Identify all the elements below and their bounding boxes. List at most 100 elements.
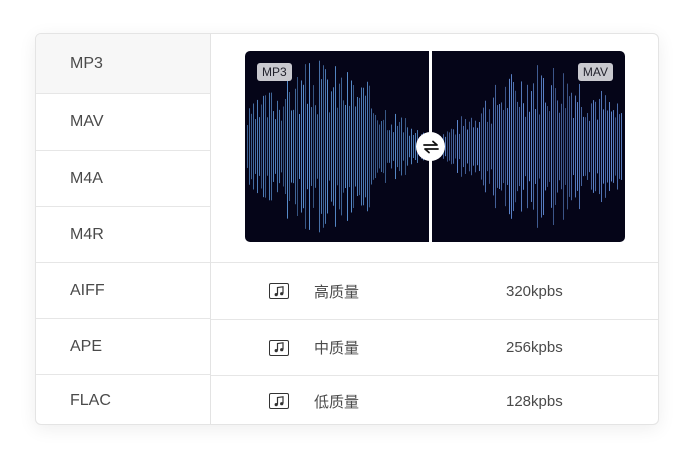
waveform-bar — [495, 84, 496, 209]
waveform-bar — [401, 117, 402, 176]
waveform-bar — [325, 69, 326, 224]
waveform-bar — [405, 118, 406, 175]
format-label: M4R — [70, 225, 104, 243]
swap-arrows-icon — [422, 140, 439, 153]
waveform-bar — [517, 101, 518, 192]
waveform-bar — [257, 99, 258, 194]
waveform-bar — [277, 100, 278, 193]
waveform-bar — [503, 109, 504, 184]
waveform-bar — [481, 113, 482, 180]
waveform-bar — [445, 136, 446, 157]
format-item-mp3[interactable]: MP3 — [36, 34, 210, 94]
waveform-bar — [369, 85, 370, 208]
waveform-bar — [485, 100, 486, 193]
waveform-bar — [479, 121, 480, 172]
waveform-bar — [521, 81, 522, 212]
waveform-bar — [509, 78, 510, 215]
waveform-bar — [301, 80, 302, 213]
waveform-bar — [299, 114, 300, 179]
format-item-flac[interactable]: FLAC — [36, 375, 210, 424]
waveform-bar — [599, 98, 600, 195]
waveform-preview: MP3 MAV — [245, 51, 625, 242]
waveform-bar — [409, 135, 410, 158]
waveform-bar — [287, 74, 288, 219]
waveform-bar — [477, 127, 478, 166]
source-format-tag: MP3 — [257, 63, 292, 81]
waveform-bar — [549, 111, 550, 182]
waveform-bar — [513, 81, 514, 212]
waveform-bar — [403, 132, 404, 161]
waveform-bar — [515, 90, 516, 203]
waveform-bar — [331, 91, 332, 202]
quality-row-high[interactable]: 高质量 320kpbs — [211, 262, 658, 319]
waveform-bar — [525, 116, 526, 177]
waveform-bar — [315, 105, 316, 188]
format-label: AIFF — [70, 281, 105, 299]
waveform-bar — [605, 95, 606, 198]
waveform-bar — [557, 100, 558, 193]
quality-row-low[interactable]: 低质量 128kpbs — [211, 375, 658, 424]
waveform-bar — [493, 97, 494, 196]
waveform-bar — [619, 114, 620, 179]
format-item-m4r[interactable]: M4R — [36, 207, 210, 263]
waveform-bar — [269, 92, 270, 201]
waveform-bar — [487, 121, 488, 172]
waveform-bar — [453, 129, 454, 164]
waveform-bar — [621, 113, 622, 180]
waveform-bar — [551, 85, 552, 208]
converter-card: MP3 MAV M4A M4R AIFF APE FLAC MP3 MAV 高质… — [35, 33, 659, 425]
waveform-bar — [283, 106, 284, 187]
waveform-bar — [583, 116, 584, 177]
waveform-bar — [379, 124, 380, 169]
format-list: MP3 MAV M4A M4R AIFF APE FLAC — [36, 34, 211, 424]
waveform-bar — [385, 110, 386, 183]
waveform-bar — [533, 83, 534, 210]
waveform-bar — [251, 113, 252, 180]
music-note-icon — [269, 283, 289, 299]
swap-button[interactable] — [416, 132, 445, 161]
waveform-bar — [285, 98, 286, 195]
waveform-bar — [541, 75, 542, 218]
waveform-bar — [573, 117, 574, 176]
waveform-bar — [459, 133, 460, 160]
waveform-bar — [271, 92, 272, 201]
waveform-bar — [313, 85, 314, 208]
waveform-bar — [475, 120, 476, 173]
waveform-bar — [581, 106, 582, 187]
waveform-bar — [343, 100, 344, 193]
waveform-bar — [247, 125, 248, 168]
waveform-bar — [345, 104, 346, 189]
format-label: M4A — [70, 169, 103, 187]
waveform-bar — [349, 105, 350, 188]
waveform-bar — [461, 116, 462, 177]
waveform-bar — [561, 103, 562, 190]
waveform-bar — [613, 110, 614, 183]
format-item-m4a[interactable]: M4A — [36, 151, 210, 207]
format-item-mav[interactable]: MAV — [36, 94, 210, 151]
waveform-bar — [281, 120, 282, 173]
waveform-bar — [499, 104, 500, 189]
waveform-bar — [483, 107, 484, 186]
quality-row-medium[interactable]: 中质量 256kpbs — [211, 319, 658, 375]
waveform-bar — [395, 113, 396, 180]
waveform-bar — [497, 105, 498, 188]
waveform-bar — [295, 88, 296, 205]
waveform-bar — [519, 106, 520, 187]
waveform-bar — [575, 95, 576, 198]
waveform-bar — [307, 103, 308, 190]
waveform-bar — [347, 72, 348, 221]
waveform-bar — [399, 121, 400, 172]
waveform-bar — [507, 108, 508, 185]
waveform-bar — [293, 109, 294, 184]
waveform-bar — [373, 113, 374, 180]
format-label: FLAC — [70, 391, 111, 409]
format-item-aiff[interactable]: AIFF — [36, 263, 210, 319]
quality-label: 高质量 — [314, 283, 360, 301]
waveform-bar — [457, 120, 458, 173]
music-note-icon — [269, 339, 289, 356]
waveform-bar — [383, 119, 384, 174]
waveform-bar — [465, 119, 466, 174]
format-item-ape[interactable]: APE — [36, 319, 210, 375]
waveform-bar — [309, 63, 310, 230]
waveform-bar — [537, 65, 538, 228]
